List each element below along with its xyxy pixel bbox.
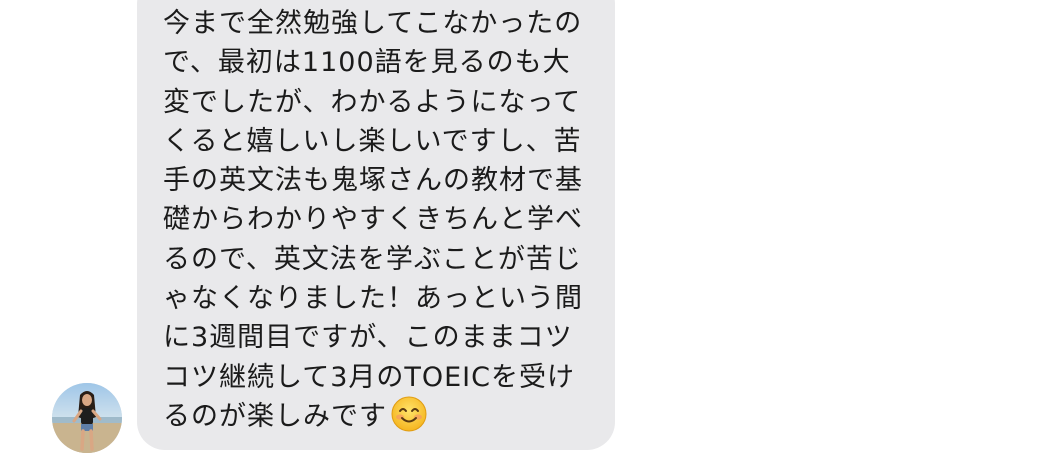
user-avatar-photo bbox=[52, 383, 122, 453]
message-line: 今まで全然勉強してこなかったの bbox=[163, 8, 583, 39]
message-line: くると嬉しいし楽しいですし、苦 bbox=[163, 125, 582, 157]
message-line: に3週間目ですが、このままコツ bbox=[163, 322, 573, 354]
message-line: るので、英文法を学ぶことが苦じ bbox=[163, 243, 582, 275]
chat-area: 今まで全然勉強してこなかったの で、最初は1100語を見るのも大 変でしたが、わ… bbox=[0, 0, 1040, 455]
smiling-face-emoji-icon bbox=[391, 396, 427, 432]
message-line: 礎からわかりやすくきちんと学べ bbox=[163, 204, 583, 236]
message-line: 手の英文法も鬼塚さんの教材で基 bbox=[163, 165, 583, 197]
sender-avatar[interactable] bbox=[52, 383, 122, 453]
message-line: コツ継続して3月のTOEICを受け bbox=[163, 361, 575, 393]
message-line-text: るのが楽しみです bbox=[163, 400, 387, 432]
message-line: で、最初は1100語を見るのも大 bbox=[163, 47, 571, 79]
message-line: 変でしたが、わかるようになって bbox=[163, 86, 582, 118]
received-message-bubble[interactable]: 今まで全然勉強してこなかったの で、最初は1100語を見るのも大 変でしたが、わ… bbox=[137, 0, 615, 450]
message-line: ゃなくなりました！あっという間 bbox=[163, 283, 583, 315]
message-line-last: るのが楽しみです bbox=[163, 396, 595, 436]
message-text: 今まで全然勉強してこなかったの で、最初は1100語を見るのも大 変でしたが、わ… bbox=[163, 4, 595, 436]
